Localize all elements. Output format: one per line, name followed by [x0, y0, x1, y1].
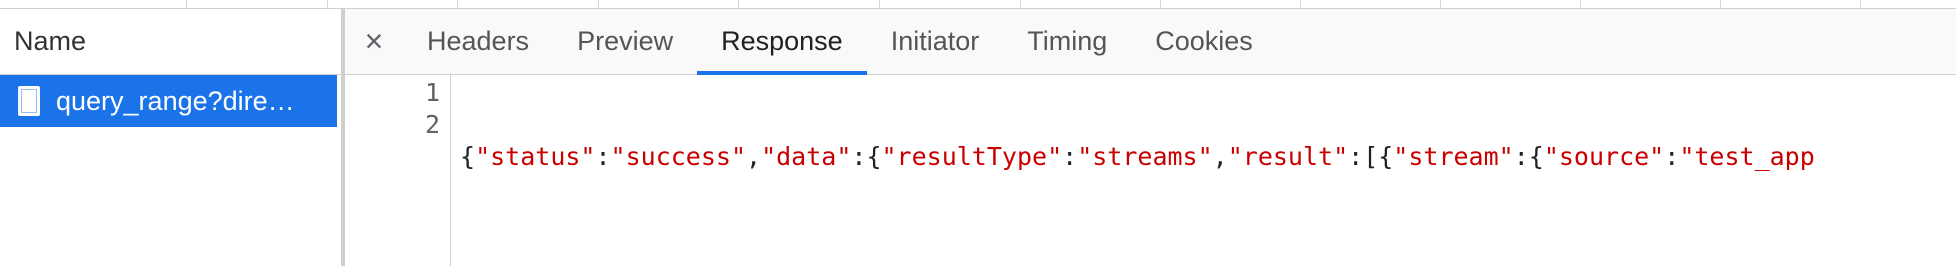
json-punctuation-token: {	[460, 142, 476, 171]
tab-label: Initiator	[890, 26, 980, 56]
column-separator	[327, 0, 328, 8]
json-string-token: "streams"	[1077, 142, 1213, 171]
close-label: ×	[364, 23, 384, 59]
json-string-token: "data"	[761, 142, 852, 171]
tab-label: Headers	[427, 26, 530, 56]
request-detail-panel: × Headers Preview Response Initiator Tim…	[345, 9, 1956, 266]
request-name: query_range?dire…	[56, 85, 295, 116]
tab-timing[interactable]: Timing	[1003, 9, 1131, 74]
json-punctuation-token: ,	[1212, 142, 1228, 171]
json-string-token: "success"	[610, 142, 747, 171]
column-separator	[738, 0, 739, 8]
column-separator	[879, 0, 880, 8]
name-column-header-label: Name	[14, 26, 87, 56]
tab-preview[interactable]: Preview	[553, 9, 697, 74]
tab-headers[interactable]: Headers	[403, 9, 553, 74]
json-punctuation-token: :{	[1513, 142, 1544, 171]
json-punctuation-token: :[{	[1348, 142, 1394, 171]
tab-label: Response	[721, 26, 843, 56]
column-separator	[186, 0, 187, 8]
column-separator	[1160, 0, 1161, 8]
json-punctuation-token: :	[1664, 142, 1680, 171]
line-number: 2	[424, 110, 440, 139]
request-list-panel: Name query_range?dire…	[0, 9, 345, 266]
column-separator	[1300, 0, 1301, 8]
tab-label: Timing	[1027, 26, 1108, 56]
detail-tabbar: × Headers Preview Response Initiator Tim…	[345, 9, 1956, 75]
json-punctuation-token: :	[1062, 142, 1078, 171]
json-string-token: "status"	[475, 142, 596, 171]
name-column-header[interactable]: Name	[0, 9, 341, 75]
tab-cookies[interactable]: Cookies	[1131, 9, 1277, 74]
response-code[interactable]: {"status":"success","data":{"resultType"…	[451, 75, 1956, 266]
request-row-selected[interactable]: query_range?dire…	[0, 75, 337, 127]
devtools-network-window: Name query_range?dire… × Headers Preview…	[0, 0, 1956, 266]
json-punctuation-token: ,	[746, 142, 762, 171]
column-separator	[1020, 0, 1021, 8]
json-string-token: "test_app	[1679, 142, 1815, 171]
column-separator	[1580, 0, 1581, 8]
tab-label: Preview	[577, 26, 674, 56]
tab-response[interactable]: Response	[697, 9, 867, 75]
json-string-token: "source"	[1543, 142, 1665, 171]
close-icon[interactable]: ×	[345, 9, 403, 74]
json-punctuation-token: :	[595, 142, 611, 171]
tab-initiator[interactable]: Initiator	[867, 9, 1004, 74]
column-separator	[1440, 0, 1441, 8]
waterfall-header-strip	[0, 0, 1956, 9]
response-viewer[interactable]: 1 2 {"status":"success","data":{"resultT…	[345, 75, 1956, 266]
column-separator	[457, 0, 458, 8]
json-punctuation-token: :{	[851, 142, 882, 171]
json-string-token: "resultType"	[881, 142, 1063, 171]
document-icon	[18, 86, 40, 116]
column-separator	[1860, 0, 1861, 8]
json-string-token: "stream"	[1393, 142, 1514, 171]
column-separator	[1720, 0, 1721, 8]
json-string-token: "result"	[1227, 142, 1349, 171]
line-number-gutter: 1 2	[345, 75, 451, 266]
tab-label: Cookies	[1155, 26, 1253, 56]
code-line: {"status":"success","data":{"resultType"…	[460, 141, 1956, 173]
column-separator	[598, 0, 599, 8]
line-number: 1	[424, 78, 440, 107]
